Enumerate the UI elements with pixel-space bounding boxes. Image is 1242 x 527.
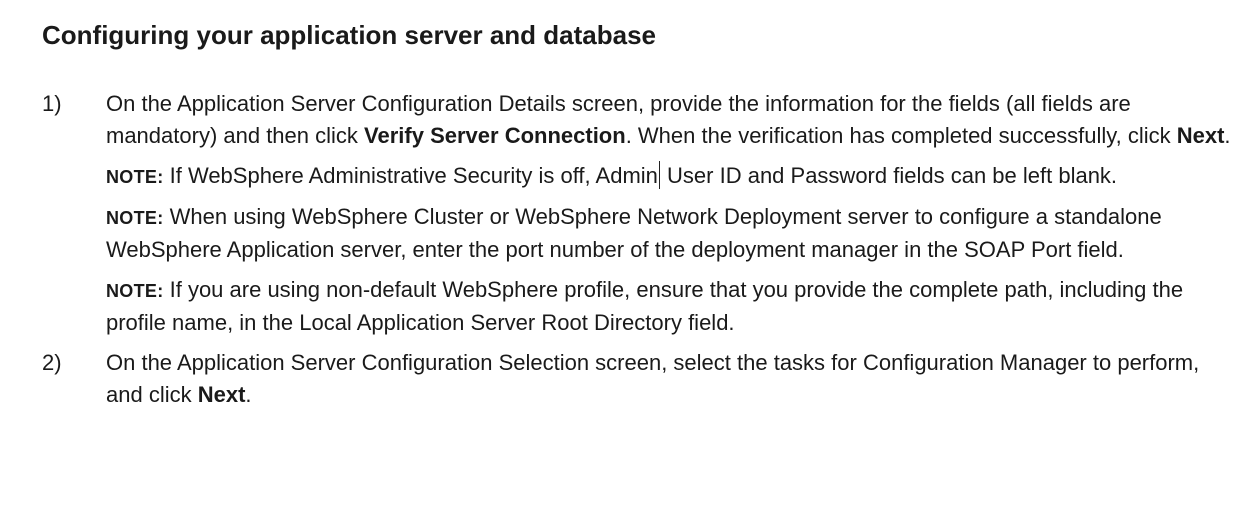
step-2-text-a: On the Application Server Configuration …	[106, 350, 1200, 407]
verify-server-connection-label: Verify Server Connection	[364, 123, 626, 148]
document: Configuring your application server and …	[42, 18, 1232, 411]
step-1-instruction: On the Application Server Configuration …	[106, 88, 1232, 152]
note-1-text-b: User ID and Password fields can be left …	[660, 163, 1118, 188]
step-1: 1) On the Application Server Configurati…	[42, 88, 1232, 339]
step-number: 2)	[42, 350, 62, 375]
note-2: NOTE: When using WebSphere Cluster or We…	[106, 201, 1232, 266]
step-number: 1)	[42, 91, 62, 116]
note-3: NOTE: If you are using non-default WebSp…	[106, 274, 1232, 339]
note-1-text-a: If WebSphere Administrative Security is …	[163, 163, 658, 188]
note-label: NOTE:	[106, 281, 164, 301]
next-label: Next	[197, 382, 246, 407]
step-2: 2) On the Application Server Configurati…	[42, 347, 1232, 411]
step-1-text-b: . When the verification has completed su…	[625, 123, 1177, 148]
page-title: Configuring your application server and …	[42, 20, 657, 50]
step-2-instruction: On the Application Server Configuration …	[106, 347, 1232, 411]
text-cursor	[658, 161, 660, 189]
step-1-text-c: .	[1224, 123, 1231, 148]
step-2-text-b: .	[245, 382, 252, 407]
note-label: NOTE:	[106, 208, 164, 228]
note-1: NOTE: If WebSphere Administrative Securi…	[106, 160, 1232, 193]
next-label: Next	[1176, 123, 1225, 148]
note-label: NOTE:	[106, 167, 164, 187]
note-3-text: If you are using non-default WebSphere p…	[106, 277, 1184, 335]
note-2-text: When using WebSphere Cluster or WebSpher…	[106, 204, 1162, 262]
